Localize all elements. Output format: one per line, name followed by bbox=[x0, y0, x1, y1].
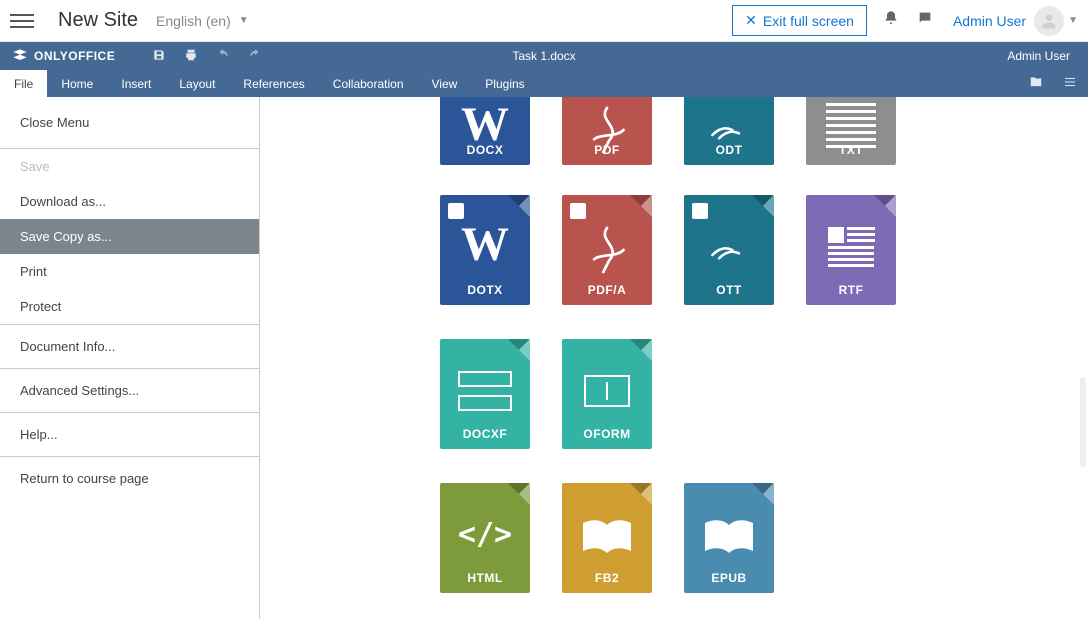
tab-view[interactable]: View bbox=[418, 70, 472, 97]
format-card: TXT bbox=[806, 97, 896, 165]
redo-icon[interactable] bbox=[239, 48, 271, 65]
format-label: PDF/A bbox=[562, 283, 652, 297]
onlyoffice-logo[interactable]: ONLYOFFICE bbox=[12, 48, 115, 64]
format-label: PDF bbox=[562, 143, 652, 157]
file-menu-save-copy-as[interactable]: Save Copy as... bbox=[0, 219, 259, 254]
format-label: TXT bbox=[806, 143, 896, 157]
format-rtf[interactable]: RTF bbox=[806, 195, 896, 305]
format-card: T OTT bbox=[684, 195, 774, 305]
editor-titlebar: ONLYOFFICE Task 1.docx Admin User bbox=[0, 42, 1088, 70]
tab-home[interactable]: Home bbox=[47, 70, 107, 97]
format-card: WDOCX bbox=[440, 97, 530, 165]
tab-layout[interactable]: Layout bbox=[165, 70, 229, 97]
compress-icon: ✕ bbox=[745, 12, 757, 29]
format-oform[interactable]: OFORM bbox=[562, 339, 652, 449]
open-location-icon[interactable] bbox=[1028, 75, 1044, 92]
format-dotx[interactable]: TWDOTX bbox=[440, 195, 530, 305]
file-menu: Close Menu Save Download as... Save Copy… bbox=[0, 97, 260, 619]
format-label: DOTX bbox=[440, 283, 530, 297]
caret-down-icon: ▼ bbox=[239, 15, 249, 26]
editor-body: Close Menu Save Download as... Save Copy… bbox=[0, 97, 1088, 619]
undo-icon[interactable] bbox=[207, 48, 239, 65]
user-name-link[interactable]: Admin User bbox=[953, 13, 1026, 29]
format-label: ODT bbox=[684, 143, 774, 157]
format-card: A PDF/A bbox=[562, 195, 652, 305]
format-odt[interactable]: ODT bbox=[684, 97, 774, 165]
tab-references[interactable]: References bbox=[229, 70, 318, 97]
format-card: ODT bbox=[684, 97, 774, 165]
format-card: OFORM bbox=[562, 339, 652, 449]
exit-fullscreen-button[interactable]: ✕ Exit full screen bbox=[732, 5, 867, 36]
format-epub[interactable]: EPUB bbox=[684, 483, 774, 593]
editor-user-label[interactable]: Admin User bbox=[1007, 49, 1070, 63]
format-label: OFORM bbox=[562, 427, 652, 441]
format-grid: WDOCX PDF ODT TXT TWDOTX A PDF/A T OTT RTF DOCXF OF… bbox=[260, 97, 1088, 619]
file-menu-save: Save bbox=[0, 149, 259, 184]
format-label: RTF bbox=[806, 283, 896, 297]
tab-file[interactable]: File bbox=[0, 70, 47, 97]
view-settings-icon[interactable] bbox=[1062, 76, 1078, 91]
save-icon[interactable] bbox=[143, 48, 175, 65]
format-label: HTML bbox=[440, 571, 530, 585]
stack-icon bbox=[12, 48, 28, 64]
format-card: TWDOTX bbox=[440, 195, 530, 305]
template-badge: T bbox=[692, 203, 708, 219]
site-bar: New Site English (en) ▼ ✕ Exit full scre… bbox=[0, 0, 1088, 42]
file-menu-download-as[interactable]: Download as... bbox=[0, 184, 259, 219]
editor-tabs: File Home Insert Layout References Colla… bbox=[0, 70, 1088, 97]
format-docxf[interactable]: DOCXF bbox=[440, 339, 530, 449]
file-menu-protect[interactable]: Protect bbox=[0, 289, 259, 324]
format-ott[interactable]: T OTT bbox=[684, 195, 774, 305]
format-pdfa[interactable]: A PDF/A bbox=[562, 195, 652, 305]
format-card: EPUB bbox=[684, 483, 774, 593]
tab-plugins[interactable]: Plugins bbox=[471, 70, 538, 97]
format-card: RTF bbox=[806, 195, 896, 305]
template-badge: A bbox=[570, 203, 586, 219]
file-menu-print[interactable]: Print bbox=[0, 254, 259, 289]
format-card: PDF bbox=[562, 97, 652, 165]
file-menu-return[interactable]: Return to course page bbox=[0, 457, 259, 500]
format-label: OTT bbox=[684, 283, 774, 297]
format-html[interactable]: </>HTML bbox=[440, 483, 530, 593]
template-badge: T bbox=[448, 203, 464, 219]
language-selector[interactable]: English (en) ▼ bbox=[156, 13, 249, 29]
site-title: New Site bbox=[58, 9, 138, 32]
file-menu-help[interactable]: Help... bbox=[0, 413, 259, 456]
format-label: FB2 bbox=[562, 571, 652, 585]
user-menu-caret-icon[interactable]: ▼ bbox=[1068, 15, 1078, 26]
format-docx[interactable]: WDOCX bbox=[440, 97, 530, 165]
format-fb2[interactable]: FB2 bbox=[562, 483, 652, 593]
format-label: DOCXF bbox=[440, 427, 530, 441]
file-menu-advanced-settings[interactable]: Advanced Settings... bbox=[0, 369, 259, 412]
format-label: DOCX bbox=[440, 143, 530, 157]
format-card: FB2 bbox=[562, 483, 652, 593]
editor-header: ONLYOFFICE Task 1.docx Admin User File H… bbox=[0, 42, 1088, 97]
format-card: DOCXF bbox=[440, 339, 530, 449]
file-menu-close[interactable]: Close Menu bbox=[0, 97, 259, 148]
scrollbar[interactable] bbox=[1080, 377, 1086, 467]
avatar[interactable] bbox=[1034, 6, 1064, 36]
bell-icon[interactable] bbox=[881, 10, 901, 31]
exit-fullscreen-label: Exit full screen bbox=[763, 13, 854, 29]
tab-collaboration[interactable]: Collaboration bbox=[319, 70, 418, 97]
language-label: English (en) bbox=[156, 13, 231, 29]
tab-insert[interactable]: Insert bbox=[107, 70, 165, 97]
format-label: EPUB bbox=[684, 571, 774, 585]
file-menu-doc-info[interactable]: Document Info... bbox=[0, 325, 259, 368]
format-card: </>HTML bbox=[440, 483, 530, 593]
format-txt[interactable]: TXT bbox=[806, 97, 896, 165]
hamburger-icon[interactable] bbox=[10, 9, 34, 33]
print-icon[interactable] bbox=[175, 48, 207, 65]
chat-icon[interactable] bbox=[915, 10, 935, 31]
format-pdf[interactable]: PDF bbox=[562, 97, 652, 165]
brand-label: ONLYOFFICE bbox=[34, 49, 115, 63]
